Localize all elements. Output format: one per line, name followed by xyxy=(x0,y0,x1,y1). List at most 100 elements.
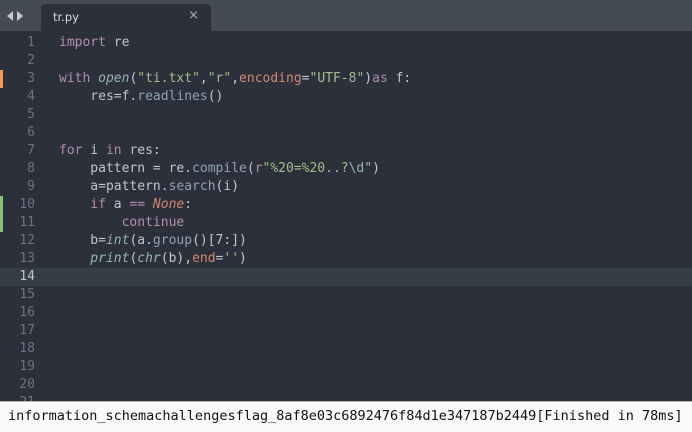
code-text: b=int(a.group()[7:]) xyxy=(59,232,247,250)
tab-bar: tr.py × xyxy=(0,0,692,31)
code-line[interactable]: 12 b=int(a.group()[7:]) xyxy=(0,232,692,250)
line-number: 4 xyxy=(27,89,35,104)
code-token: import xyxy=(59,35,106,50)
line-number: 15 xyxy=(19,287,35,302)
code-token: i xyxy=(82,143,106,158)
build-output-panel: information_schemachallengesflag_8af8e03… xyxy=(0,401,692,432)
code-token: '' xyxy=(223,251,240,266)
code-text: res=f.readlines() xyxy=(59,88,223,106)
line-number: 18 xyxy=(19,341,35,356)
code-text: pattern = re.compile(r"%20=%20..?\d") xyxy=(59,160,380,178)
code-token: = xyxy=(98,233,106,248)
code-line[interactable]: 20 xyxy=(0,376,692,394)
code-editor[interactable]: 1 import re 2 3 with open("ti.txt","r",encod… xyxy=(0,31,692,401)
code-line[interactable]: 19 xyxy=(0,358,692,376)
code-token: , xyxy=(199,71,208,86)
code-token: int xyxy=(105,233,130,248)
code-line[interactable]: 17 xyxy=(0,322,692,340)
code-line[interactable]: 18 xyxy=(0,340,692,358)
tab-title: tr.py xyxy=(53,10,79,24)
line-number: 8 xyxy=(27,161,35,176)
code-line[interactable]: 8 pattern = re.compile(r"%20=%20..?\d") xyxy=(0,160,692,178)
line-number: 7 xyxy=(27,143,35,158)
code-text: import re xyxy=(59,34,129,52)
tab-nav-arrows[interactable] xyxy=(7,9,23,23)
code-token: a xyxy=(105,197,130,212)
code-token: f. xyxy=(121,89,138,104)
code-token: ) xyxy=(239,251,247,266)
line-number: 1 xyxy=(27,35,35,50)
code-token: if xyxy=(90,197,106,212)
code-token: continue xyxy=(121,215,185,230)
build-output-text: information_schemachallengesflag_8af8e03… xyxy=(8,408,683,424)
code-token: f: xyxy=(387,71,412,86)
code-token: "r" xyxy=(207,71,232,86)
code-token: "%20=%20..? xyxy=(262,161,349,176)
code-token: in xyxy=(105,143,122,158)
code-line[interactable]: 3 with open("ti.txt","r",encoding="UTF-8"… xyxy=(0,70,692,88)
line-number: 20 xyxy=(19,377,35,392)
line-number: 2 xyxy=(27,53,35,68)
code-token: res xyxy=(90,89,114,104)
code-token: , xyxy=(231,71,240,86)
code-token: " xyxy=(364,161,373,176)
line-number: 6 xyxy=(27,125,35,140)
code-token: as xyxy=(372,71,388,86)
line-number: 3 xyxy=(27,71,35,86)
line-number: 9 xyxy=(27,179,35,194)
code-line[interactable]: 9 a=pattern.search(i) xyxy=(0,178,692,196)
line-number: 14 xyxy=(19,269,35,284)
code-line[interactable]: 14 xyxy=(0,268,692,286)
code-token: re xyxy=(105,35,130,50)
code-line[interactable]: 5 xyxy=(0,106,692,124)
code-token: chr xyxy=(137,251,161,266)
code-line[interactable]: 16 xyxy=(0,304,692,322)
code-token: : xyxy=(184,197,193,212)
code-text: print(chr(b),end='') xyxy=(59,250,247,268)
code-token: ) xyxy=(372,161,380,176)
code-token: with xyxy=(59,71,99,86)
code-token: b xyxy=(90,233,99,248)
arrow-left-icon[interactable] xyxy=(7,11,13,21)
code-line[interactable]: 7 for i in res: xyxy=(0,142,692,160)
arrow-right-icon[interactable] xyxy=(17,11,23,21)
line-number: 21 xyxy=(0,394,35,401)
code-line[interactable]: 13 print(chr(b),end='') xyxy=(0,250,692,268)
code-token: open xyxy=(98,71,130,86)
code-text: a=pattern.search(i) xyxy=(59,178,239,196)
close-icon[interactable]: × xyxy=(188,8,199,23)
line-number: 17 xyxy=(19,323,35,338)
code-token: = xyxy=(301,71,310,86)
code-line[interactable]: 1 import re xyxy=(0,34,692,52)
code-text: if a == None: xyxy=(59,196,192,214)
code-token: print xyxy=(90,251,130,266)
code-line[interactable]: 6 xyxy=(0,124,692,142)
code-line[interactable]: 4 res=f.readlines() xyxy=(0,88,692,106)
code-line[interactable]: 15 xyxy=(0,286,692,304)
code-token: None xyxy=(152,197,185,212)
code-token: r xyxy=(254,161,263,176)
code-line[interactable]: 11 continue xyxy=(0,214,692,232)
line-number: 19 xyxy=(19,359,35,374)
code-token: (i) xyxy=(215,179,240,194)
code-token: compile xyxy=(192,161,247,176)
code-token: (a. xyxy=(129,233,153,248)
code-token: for xyxy=(59,143,83,158)
code-token: = xyxy=(98,179,106,194)
code-line[interactable]: 2 xyxy=(0,52,692,70)
line-number: 16 xyxy=(19,305,35,320)
code-token: pattern. xyxy=(105,179,169,194)
code-token: = xyxy=(113,89,122,104)
code-text: for i in res: xyxy=(59,142,161,160)
code-text: with open("ti.txt","r",encoding="UTF-8")… xyxy=(59,70,411,88)
code-line[interactable]: 10 if a == None: xyxy=(0,196,692,214)
code-token: pattern xyxy=(90,161,153,176)
tab-tr-py[interactable]: tr.py × xyxy=(41,4,211,31)
code-token: search xyxy=(168,179,216,194)
code-token: ( xyxy=(246,161,255,176)
code-line[interactable]: 21 xyxy=(0,394,692,401)
code-token: encoding xyxy=(239,71,302,86)
line-number: 12 xyxy=(19,233,35,248)
code-token: a xyxy=(90,179,99,194)
